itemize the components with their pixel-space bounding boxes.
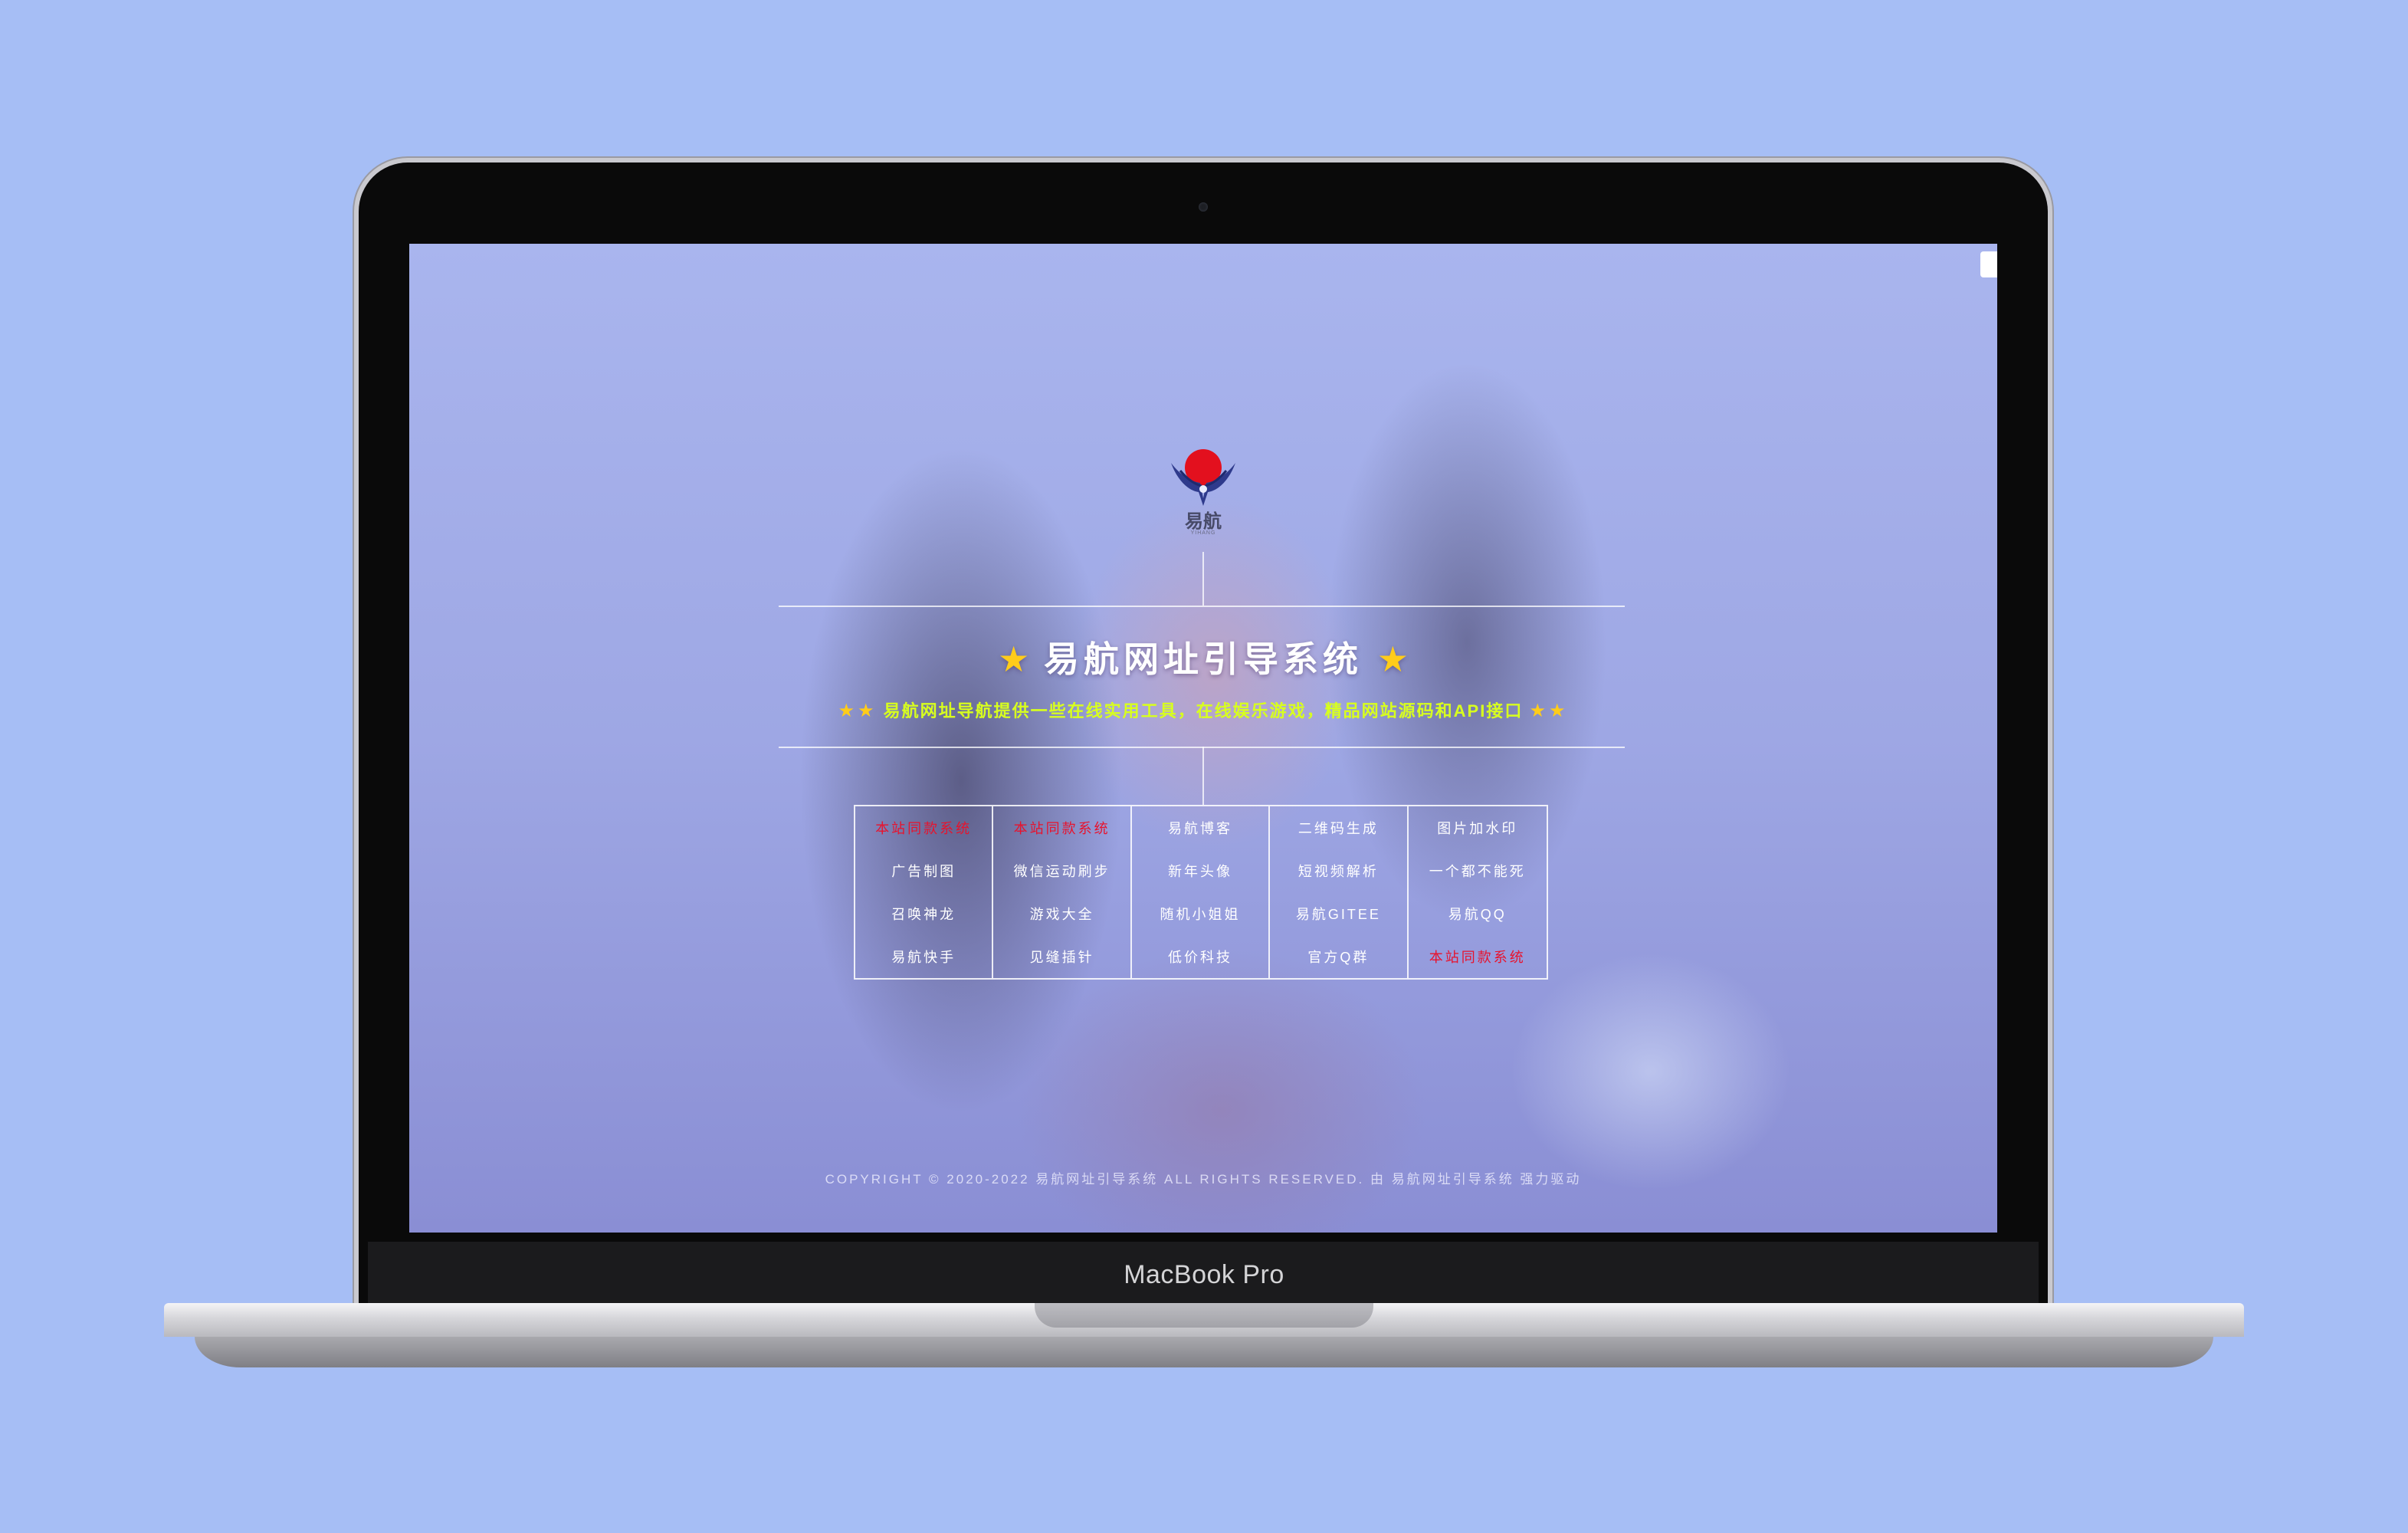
link-qrcode[interactable]: 二维码生成 [1270, 806, 1409, 849]
link-game-none-die[interactable]: 一个都不能死 [1409, 849, 1547, 892]
link-watermark[interactable]: 图片加水印 [1409, 806, 1547, 849]
laptop-base-bottom [195, 1337, 2213, 1367]
divider-vertical-top [1202, 552, 1204, 606]
link-same-system[interactable]: 本站同款系统 [1409, 935, 1547, 978]
link-qq[interactable]: 易航QQ [1409, 892, 1547, 935]
divider-horizontal-top [779, 606, 1625, 607]
link-blog[interactable]: 易航博客 [1132, 806, 1271, 849]
link-official-group[interactable]: 官方Q群 [1270, 935, 1409, 978]
link-wechat-steps[interactable]: 微信运动刷步 [993, 849, 1132, 892]
links-grid: 本站同款系统 本站同款系统 易航博客 二维码生成 图片加水印 广告制图 微信运动… [854, 805, 1548, 980]
link-video-parse[interactable]: 短视频解析 [1270, 849, 1409, 892]
link-pin-game[interactable]: 见缝插针 [993, 935, 1132, 978]
star-icon: ★ [1376, 639, 1409, 679]
corner-tab[interactable] [1980, 251, 1997, 277]
page-title: ★ 易航网址引导系统 ★ [409, 632, 1997, 682]
link-summon-dragon[interactable]: 召唤神龙 [855, 892, 994, 935]
star-icon: ★ [997, 639, 1030, 679]
divider-horizontal-bottom [779, 747, 1625, 748]
logo-text: 易航 [1185, 510, 1222, 532]
subtitle-text: 易航网址导航提供一些在线实用工具，在线娱乐游戏，精品网站源码和API接口 [883, 701, 1524, 721]
link-gitee[interactable]: 易航GITEE [1270, 892, 1409, 935]
logo-emblem-icon [1171, 449, 1235, 506]
device-brand-label: MacBook Pro [1124, 1260, 1284, 1289]
link-kuaishou[interactable]: 易航快手 [855, 935, 994, 978]
star-icon: ★★ [838, 701, 878, 721]
link-same-system[interactable]: 本站同款系统 [993, 806, 1132, 849]
link-ad-maker[interactable]: 广告制图 [855, 849, 994, 892]
title-text: 易航网址引导系统 [1044, 639, 1363, 679]
link-same-system[interactable]: 本站同款系统 [855, 806, 994, 849]
stage: 易航 YIHANG ★ 易航网址引导系统 ★ ★★ 易航网址导航提供一些在线实用… [0, 0, 2408, 1533]
camera-icon [1199, 202, 1208, 212]
link-newyear-avatar[interactable]: 新年头像 [1132, 849, 1271, 892]
link-games[interactable]: 游戏大全 [993, 892, 1132, 935]
page-subtitle: ★★ 易航网址导航提供一些在线实用工具，在线娱乐游戏，精品网站源码和API接口 … [409, 698, 1997, 722]
screen: 易航 YIHANG ★ 易航网址引导系统 ★ ★★ 易航网址导航提供一些在线实用… [409, 244, 1997, 1233]
laptop-notch [1035, 1303, 1373, 1328]
divider-vertical-bottom [1202, 747, 1204, 805]
logo-subtext: YIHANG [1190, 530, 1216, 536]
link-random-girl[interactable]: 随机小姐姐 [1132, 892, 1271, 935]
site-logo[interactable]: 易航 YIHANG [1165, 445, 1242, 537]
footer-copyright: COPYRIGHT © 2020-2022 易航网址引导系统 ALL RIGHT… [825, 1172, 1582, 1187]
star-icon: ★★ [1529, 701, 1569, 721]
link-cheap-tech[interactable]: 低价科技 [1132, 935, 1271, 978]
